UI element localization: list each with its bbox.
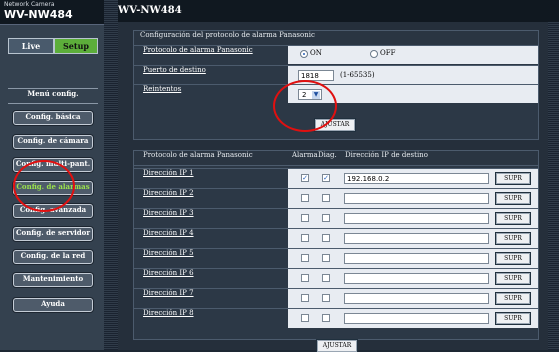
port-range-hint: (1-65535) <box>340 71 375 79</box>
diag-checkbox[interactable] <box>322 194 330 202</box>
alarm-checkbox[interactable] <box>301 254 309 262</box>
brand-header: Network Camera WV-NW484 <box>0 0 104 25</box>
ip-row-label: Dirección IP 3 <box>134 209 288 228</box>
col-diag-header: Diag. <box>318 151 337 159</box>
setup-button[interactable]: Setup <box>54 38 98 54</box>
delete-button[interactable]: SUPR <box>496 313 530 324</box>
menu-camera-button[interactable]: Config. de cámara <box>13 135 93 149</box>
col-alarm-header: Alarma <box>292 151 318 159</box>
ip-row-label: Dirección IP 1 <box>134 169 288 188</box>
alarm-checkbox[interactable] <box>301 214 309 222</box>
ip-input[interactable]: 192.168.0.2 <box>344 173 489 184</box>
alarm-checkbox[interactable]: ✓ <box>301 174 309 182</box>
ip-address-panel: Protocolo de alarma Panasonic Alarma Dia… <box>133 150 539 340</box>
delete-button[interactable]: SUPR <box>496 293 530 304</box>
alarm-checkbox[interactable] <box>301 274 309 282</box>
alarm-checkbox[interactable] <box>301 294 309 302</box>
protocol-off-radio[interactable] <box>370 50 378 58</box>
table-row: Dirección IP 7 SUPR <box>134 288 538 308</box>
diag-checkbox[interactable] <box>322 254 330 262</box>
delete-button[interactable]: SUPR <box>496 233 530 244</box>
delete-button[interactable]: SUPR <box>496 213 530 224</box>
protocol-on-radio[interactable] <box>300 50 308 58</box>
ip-input[interactable] <box>344 273 489 284</box>
ip-panel-header: Protocolo de alarma Panasonic Alarma Dia… <box>134 151 538 166</box>
annotation-circle-retries <box>273 80 337 132</box>
protocol-label: Protocolo de alarma Panasonic <box>134 46 288 64</box>
protocol-panel-title: Configuración del protocolo de alarma Pa… <box>134 31 538 46</box>
table-row: Dirección IP 1 ✓ ✓ 192.168.0.2 SUPR <box>134 168 538 188</box>
diag-checkbox[interactable]: ✓ <box>322 174 330 182</box>
delete-button[interactable]: SUPR <box>496 193 530 204</box>
delete-button[interactable]: SUPR <box>496 273 530 284</box>
ip-row-label: Dirección IP 7 <box>134 289 288 308</box>
protocol-off-label: OFF <box>380 49 396 57</box>
ip-row-label: Dirección IP 5 <box>134 249 288 268</box>
diag-checkbox[interactable] <box>322 294 330 302</box>
diag-checkbox[interactable] <box>322 314 330 322</box>
menu-header: Menú config. <box>8 88 98 104</box>
table-row: Dirección IP 4 SUPR <box>134 228 538 248</box>
menu-maintenance-button[interactable]: Mantenimiento <box>13 273 93 287</box>
help-button[interactable]: Ayuda <box>13 298 93 312</box>
ip-input[interactable] <box>344 213 489 224</box>
table-row: Dirección IP 8 SUPR <box>134 308 538 328</box>
table-row: Dirección IP 6 SUPR <box>134 268 538 288</box>
port-label: Puerto de destino <box>134 66 288 84</box>
brand-model: WV-NW484 <box>4 8 73 21</box>
alarm-checkbox[interactable] <box>301 234 309 242</box>
ip-input[interactable] <box>344 233 489 244</box>
ip-input[interactable] <box>344 293 489 304</box>
annotation-circle-alarm-menu <box>13 160 75 212</box>
col-protocol-header: Protocolo de alarma Panasonic <box>143 151 253 159</box>
delete-button[interactable]: SUPR <box>496 253 530 264</box>
divider-right <box>548 22 559 350</box>
apply-ip-button[interactable]: AJUSTAR <box>317 340 357 352</box>
table-row: Dirección IP 5 SUPR <box>134 248 538 268</box>
ip-row-label: Dirección IP 4 <box>134 229 288 248</box>
protocol-config-panel: Configuración del protocolo de alarma Pa… <box>133 30 539 140</box>
ip-input[interactable] <box>344 193 489 204</box>
retries-label: Reintentos <box>134 85 288 103</box>
live-button[interactable]: Live <box>8 38 54 54</box>
ip-input[interactable] <box>344 253 489 264</box>
brand-subtitle: Network Camera <box>4 1 55 8</box>
alarm-checkbox[interactable] <box>301 314 309 322</box>
menu-network-button[interactable]: Config. de la red <box>13 250 93 264</box>
diag-checkbox[interactable] <box>322 214 330 222</box>
delete-button[interactable]: SUPR <box>496 173 530 184</box>
ip-row-label: Dirección IP 8 <box>134 309 288 328</box>
table-row: Dirección IP 2 SUPR <box>134 188 538 208</box>
alarm-checkbox[interactable] <box>301 194 309 202</box>
table-row: Dirección IP 3 SUPR <box>134 208 538 228</box>
ip-input[interactable] <box>344 313 489 324</box>
diag-checkbox[interactable] <box>322 274 330 282</box>
diag-checkbox[interactable] <box>322 234 330 242</box>
ip-row-label: Dirección IP 6 <box>134 269 288 288</box>
menu-basic-button[interactable]: Config. básica <box>13 111 93 125</box>
page-title: WV-NW484 <box>118 5 182 16</box>
ip-row-label: Dirección IP 2 <box>134 189 288 208</box>
divider-left <box>104 0 118 350</box>
protocol-on-label: ON <box>310 49 322 57</box>
port-row: Puerto de destino 1818 (1-65535) <box>134 65 538 84</box>
col-ip-header: Dirección IP de destino <box>345 151 428 159</box>
protocol-row: Protocolo de alarma Panasonic ON OFF <box>134 46 538 64</box>
menu-server-button[interactable]: Config. de servidor <box>13 227 93 241</box>
